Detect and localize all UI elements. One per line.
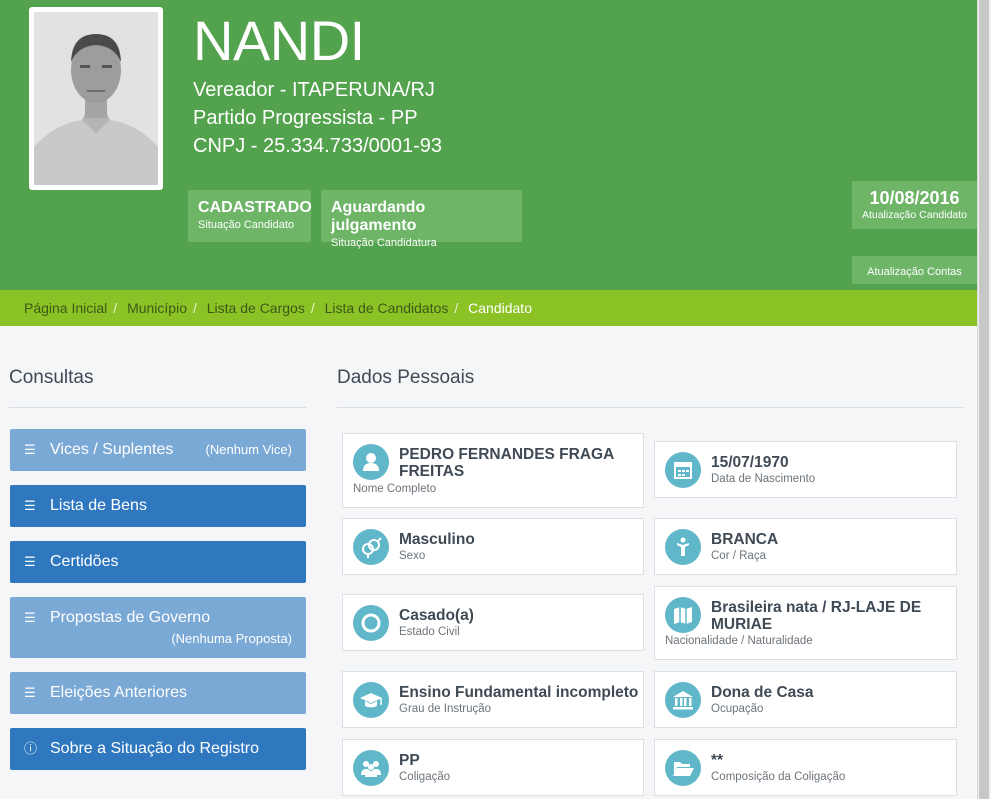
list-icon: ☰ (24, 685, 36, 700)
vices-suplentes-button[interactable]: ☰ Vices / Suplentes (Nenhum Vice) (10, 429, 306, 471)
list-icon: ☰ (24, 442, 36, 457)
status-candidate-badge: CADASTRADO Situação Candidato (188, 190, 312, 242)
certidoes-button[interactable]: ☰ Certidões (10, 541, 306, 583)
status-candidate-value: CADASTRADO (198, 199, 312, 216)
breadcrumb: Página Inicial / Município / Lista de Carg… (0, 290, 977, 326)
vices-suplentes-label: Vices / Suplentes (50, 441, 174, 458)
bank-icon (665, 682, 701, 718)
sobre-situacao-registro-button[interactable]: ⓘ Sobre a Situação do Registro (10, 728, 306, 770)
certidoes-label: Certidões (50, 553, 119, 570)
field-grau-instrucao: Ensino Fundamental incompleto Grau de In… (342, 671, 644, 728)
grau-instrucao-label: Grau de Instrução (399, 703, 492, 715)
composicao-coligacao-value: ** (711, 752, 724, 769)
candidate-header: NANDI Vereador - ITAPERUNA/RJ Partido Pr… (0, 0, 977, 290)
info-icon: ⓘ (24, 741, 38, 756)
status-candidacy-value: Aguardando julgamento (331, 199, 426, 234)
propostas-de-governo-button[interactable]: ☰ Propostas de Governo (Nenhuma Proposta) (10, 597, 306, 658)
map-icon (665, 597, 701, 633)
coligacao-label: Coligação (399, 771, 451, 783)
graduation-cap-icon (353, 682, 389, 718)
candidate-office: Vereador - ITAPERUNA/RJ (193, 79, 435, 101)
field-nacionalidade: Brasileira nata / RJ-LAJE DE MURIAE Naci… (654, 586, 957, 660)
ocupacao-label: Ocupação (711, 703, 764, 715)
grau-instrucao-value: Ensino Fundamental incompleto (399, 684, 639, 701)
breadcrumb-cargos[interactable]: Lista de Cargos (207, 300, 305, 316)
personal-data-divider (337, 407, 963, 408)
field-cor-raca: BRANCA Cor / Raça (654, 518, 957, 575)
ring-icon (353, 605, 389, 641)
sobre-situacao-label: Sobre a Situação do Registro (50, 740, 260, 757)
list-icon: ☰ (24, 610, 36, 625)
nacionalidade-value: Brasileira nata / RJ-LAJE DE MURIAE (711, 599, 922, 633)
nacionalidade-label: Nacionalidade / Naturalidade (665, 635, 813, 647)
eleicoes-anteriores-label: Eleições Anteriores (50, 684, 187, 701)
status-candidacy-label: Situação Candidatura (331, 237, 437, 249)
sidebar-title: Consultas (9, 367, 94, 388)
candidate-party: Partido Progressista - PP (193, 107, 418, 129)
cor-raca-label: Cor / Raça (711, 550, 766, 562)
breadcrumb-home[interactable]: Página Inicial (24, 300, 107, 316)
update-accounts-box: Atualização Contas (852, 256, 977, 284)
propostas-label: Propostas de Governo (50, 609, 211, 626)
field-nome-completo: PEDRO FERNANDES FRAGA FREITAS Nome Compl… (342, 433, 644, 508)
user-icon (353, 444, 389, 480)
status-candidate-label: Situação Candidato (198, 219, 295, 231)
sidebar-divider (9, 407, 306, 408)
status-candidacy-badge: Aguardando julgamento Situação Candidatu… (321, 190, 522, 249)
field-data-nascimento: 15/07/1970 Data de Nascimento (654, 441, 957, 498)
person-photo-icon (34, 12, 158, 185)
folder-open-icon (665, 750, 701, 786)
gender-icon (353, 529, 389, 565)
update-candidate-date: 10/08/2016 (869, 188, 960, 208)
estado-civil-value: Casado(a) (399, 607, 474, 624)
field-coligacao: PP Coligação (342, 739, 644, 796)
list-icon: ☰ (24, 498, 36, 513)
ocupacao-value: Dona de Casa (711, 684, 814, 701)
data-nascimento-value: 15/07/1970 (711, 454, 789, 471)
candidate-photo (29, 7, 163, 190)
breadcrumb-current: Candidato (468, 300, 532, 316)
vices-suplentes-extra: (Nenhum Vice) (205, 442, 292, 457)
field-estado-civil: Casado(a) Estado Civil (342, 594, 644, 651)
lista-de-bens-label: Lista de Bens (50, 497, 147, 514)
group-icon (353, 750, 389, 786)
personal-data-title: Dados Pessoais (337, 367, 475, 388)
field-ocupacao: Dona de Casa Ocupação (654, 671, 957, 728)
field-sexo: Masculino Sexo (342, 518, 644, 575)
nome-completo-label: Nome Completo (353, 483, 437, 495)
breadcrumb-candidatos[interactable]: Lista de Candidatos (325, 300, 449, 316)
update-candidate-box: 10/08/2016 Atualização Candidato (852, 181, 977, 229)
update-candidate-label: Atualização Candidato (861, 209, 968, 221)
eleicoes-anteriores-button[interactable]: ☰ Eleições Anteriores (10, 672, 306, 714)
composicao-coligacao-label: Composição da Coligação (711, 771, 846, 783)
nome-completo-value: PEDRO FERNANDES FRAGA FREITAS (399, 446, 614, 480)
coligacao-value: PP (399, 752, 420, 769)
list-icon: ☰ (24, 554, 36, 569)
candidate-name: NANDI (193, 9, 365, 72)
person-icon (665, 529, 701, 565)
lista-de-bens-button[interactable]: ☰ Lista de Bens (10, 485, 306, 527)
scrollbar-thumb[interactable] (979, 0, 989, 799)
estado-civil-label: Estado Civil (399, 626, 460, 638)
cor-raca-value: BRANCA (711, 531, 779, 548)
candidate-cnpj: CNPJ - 25.334.733/0001-93 (193, 135, 443, 157)
sexo-value: Masculino (399, 531, 475, 548)
breadcrumb-municipio[interactable]: Município (127, 300, 187, 316)
sexo-label: Sexo (399, 550, 426, 562)
propostas-extra: (Nenhuma Proposta) (171, 631, 292, 646)
field-composicao-coligacao: ** Composição da Coligação (654, 739, 957, 796)
data-nascimento-label: Data de Nascimento (711, 473, 816, 485)
calendar-icon (665, 452, 701, 488)
